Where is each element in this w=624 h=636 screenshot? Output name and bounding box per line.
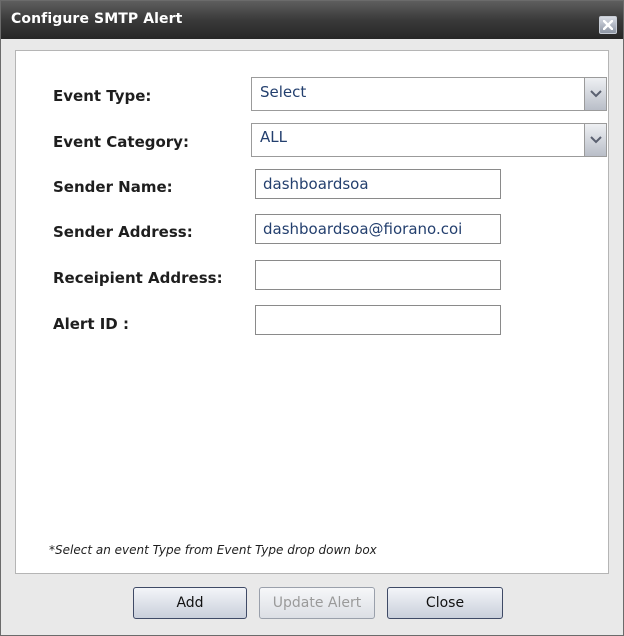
event-type-dropdown[interactable]: Select [251, 77, 607, 111]
close-icon [603, 20, 613, 30]
title-bar[interactable]: Configure SMTP Alert [1, 1, 623, 39]
sender-address-label: Sender Address: [53, 223, 193, 241]
close-dialog-button[interactable] [599, 16, 617, 34]
chevron-down-icon [590, 90, 602, 98]
sender-address-field[interactable] [255, 214, 501, 244]
event-type-dropdown-arrow[interactable] [584, 78, 606, 110]
event-type-label: Event Type: [53, 87, 152, 105]
update-alert-button[interactable]: Update Alert [259, 587, 375, 619]
event-category-dropdown[interactable]: ALL [251, 123, 607, 157]
add-button[interactable]: Add [133, 587, 247, 619]
sender-name-label: Sender Name: [53, 178, 173, 196]
recipient-address-label: Receipient Address: [53, 269, 223, 287]
event-type-value: Select [260, 83, 307, 101]
configure-smtp-alert-dialog: Configure SMTP Alert Event Type: Select … [0, 0, 624, 636]
sender-name-field[interactable] [255, 169, 501, 199]
alert-id-label: Alert ID : [53, 315, 129, 333]
event-category-value: ALL [260, 128, 287, 146]
dialog-title: Configure SMTP Alert [11, 11, 183, 27]
chevron-down-icon [590, 136, 602, 144]
close-button[interactable]: Close [387, 587, 503, 619]
event-type-hint: *Select an event Type from Event Type dr… [49, 543, 377, 557]
event-category-label: Event Category: [53, 133, 189, 151]
event-category-dropdown-arrow[interactable] [584, 124, 606, 156]
alert-id-field[interactable] [255, 305, 501, 335]
recipient-address-field[interactable] [255, 260, 501, 290]
